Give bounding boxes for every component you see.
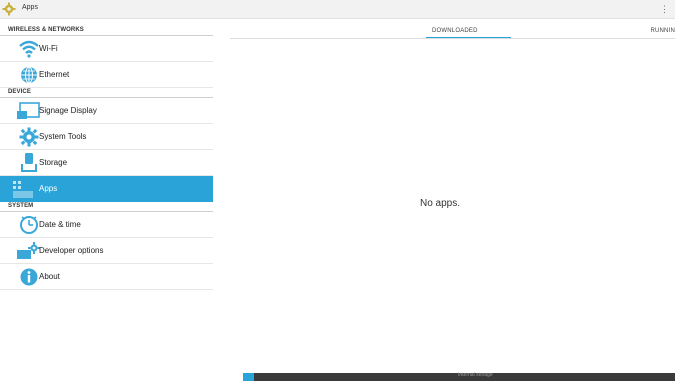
settings-item-developer-options[interactable]: Developer options — [0, 238, 213, 264]
settings-item-signage-display[interactable]: Signage Display — [0, 98, 213, 124]
section-header-device: DEVICE — [0, 88, 213, 98]
info-icon — [20, 268, 38, 286]
section-header-wireless: WIRELESS & NETWORKS — [0, 26, 213, 36]
settings-item-label: Storage — [39, 158, 68, 167]
tab-running[interactable]: RUNNIN — [650, 28, 675, 34]
settings-item-apps[interactable]: Apps — [0, 176, 213, 202]
empty-state-message: No apps. — [420, 198, 461, 209]
settings-item-label: Apps — [39, 184, 58, 193]
settings-item-label: Developer options — [39, 246, 104, 255]
developer-icon — [17, 242, 40, 259]
settings-item-label: Signage Display — [39, 106, 97, 115]
settings-gear-icon[interactable] — [2, 2, 16, 16]
storage-label: Internal storage — [458, 372, 493, 378]
ethernet-globe-icon — [21, 66, 37, 84]
storage-icon — [21, 153, 37, 172]
settings-item-label: About — [39, 272, 60, 281]
clock-icon — [20, 216, 38, 234]
app-tabs: DOWNLOADED RUNNIN — [230, 26, 675, 39]
settings-item-about[interactable]: About — [0, 264, 213, 290]
section-header-system: SYSTEM — [0, 202, 213, 212]
settings-item-storage[interactable]: Storage — [0, 150, 213, 176]
settings-item-wifi[interactable]: Wi-Fi — [0, 36, 213, 62]
settings-item-label: Date & time — [39, 220, 81, 229]
settings-list: WIRELESS & NETWORKS Wi-Fi Ethernet DEVIC… — [0, 26, 213, 290]
storage-used-fill — [243, 373, 254, 381]
overflow-menu-icon[interactable]: ⋮ — [660, 3, 669, 15]
tab-downloaded[interactable]: DOWNLOADED — [432, 28, 478, 34]
settings-item-date-time[interactable]: Date & time — [0, 212, 213, 238]
settings-item-label: System Tools — [39, 132, 87, 141]
page-title: Apps — [22, 4, 38, 11]
settings-item-ethernet[interactable]: Ethernet — [0, 62, 213, 88]
display-icon — [17, 102, 40, 119]
apps-grid-icon — [13, 181, 33, 198]
action-bar: Apps ⋮ — [0, 0, 675, 19]
tab-divider — [230, 38, 675, 39]
gear-icon — [19, 127, 39, 147]
wifi-icon — [19, 40, 39, 58]
storage-bar: Internal storage — [243, 372, 675, 381]
settings-item-system-tools[interactable]: System Tools — [0, 124, 213, 150]
settings-item-label: Ethernet — [39, 70, 70, 79]
settings-item-label: Wi-Fi — [39, 44, 58, 53]
